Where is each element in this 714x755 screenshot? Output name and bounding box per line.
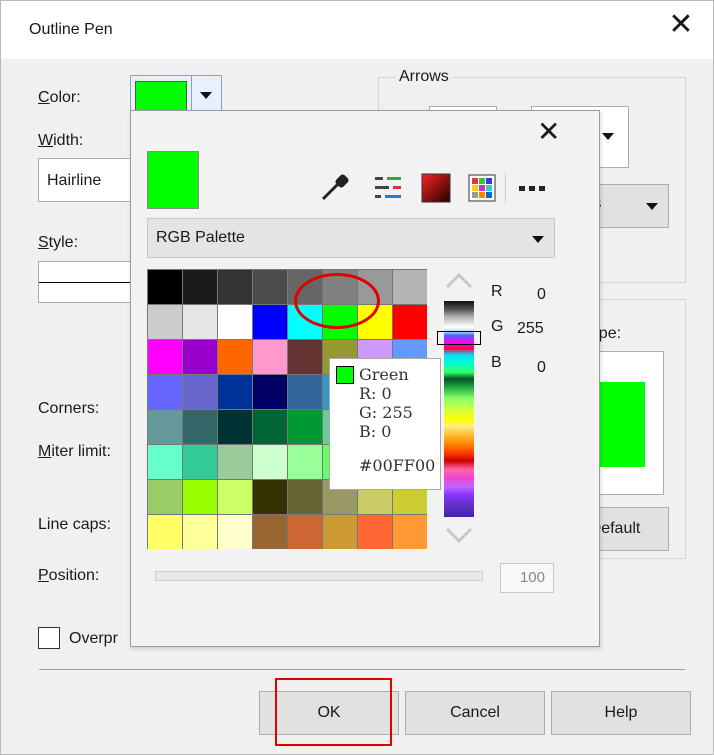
color-swatch[interactable] xyxy=(288,445,322,479)
b-value: 0 xyxy=(537,359,546,376)
tooltip-b: B: 0 xyxy=(359,422,392,441)
eyedropper-icon[interactable] xyxy=(317,171,351,205)
color-swatch[interactable] xyxy=(183,340,217,374)
color-swatch[interactable] xyxy=(218,480,252,514)
tooltip-swatch xyxy=(336,366,354,384)
current-color-swatch xyxy=(135,81,187,111)
width-label: Width: xyxy=(38,132,84,149)
color-swatch[interactable] xyxy=(288,340,322,374)
color-swatch[interactable] xyxy=(393,515,427,549)
tooltip-g: G: 255 xyxy=(359,403,413,422)
divider xyxy=(39,669,685,670)
color-swatch[interactable] xyxy=(253,480,287,514)
arrows-label: Arrows xyxy=(395,68,453,86)
color-swatch[interactable] xyxy=(253,515,287,549)
color-swatch[interactable] xyxy=(218,270,252,304)
scroll-down-icon[interactable] xyxy=(445,525,473,545)
color-swatch[interactable] xyxy=(288,480,322,514)
color-swatch[interactable] xyxy=(288,410,322,444)
chevron-down-icon xyxy=(200,92,212,99)
color-swatch[interactable] xyxy=(218,375,252,409)
g-value: 255 xyxy=(517,320,544,337)
palette-icon[interactable] xyxy=(465,171,499,205)
selection-highlight-annotation xyxy=(294,273,380,329)
color-swatch[interactable] xyxy=(393,270,427,304)
color-swatch[interactable] xyxy=(148,480,182,514)
color-swatch[interactable] xyxy=(183,410,217,444)
style-label: Style: xyxy=(38,234,79,251)
dialog-title: Outline Pen xyxy=(29,21,113,38)
color-swatch[interactable] xyxy=(393,305,427,339)
close-icon[interactable]: ✕ xyxy=(667,10,695,40)
chevron-down-icon xyxy=(602,133,614,140)
color-swatch[interactable] xyxy=(253,375,287,409)
ok-highlight-annotation xyxy=(275,678,392,746)
tooltip-color-name: Green xyxy=(359,365,409,384)
color-swatch[interactable] xyxy=(218,445,252,479)
scroll-up-icon[interactable] xyxy=(445,271,473,291)
color-swatch[interactable] xyxy=(183,515,217,549)
color-swatch[interactable] xyxy=(183,305,217,339)
r-label: R xyxy=(491,283,503,300)
tooltip-r: R: 0 xyxy=(359,384,392,403)
style-dropdown[interactable] xyxy=(38,261,139,303)
spectrum-position-marker[interactable] xyxy=(437,331,481,345)
tooltip-hex: #00FF00 xyxy=(359,456,436,475)
color-swatch[interactable] xyxy=(148,305,182,339)
color-swatch[interactable] xyxy=(183,445,217,479)
cancel-button[interactable]: Cancel xyxy=(405,691,545,735)
color-swatch[interactable] xyxy=(148,375,182,409)
color-swatch[interactable] xyxy=(288,375,322,409)
color-swatch[interactable] xyxy=(323,515,357,549)
color-swatch[interactable] xyxy=(218,305,252,339)
color-swatch[interactable] xyxy=(253,305,287,339)
color-swatch[interactable] xyxy=(218,410,252,444)
color-swatch[interactable] xyxy=(253,410,287,444)
miter-limit-label: Miter limit: xyxy=(38,443,111,460)
color-viewer-icon[interactable] xyxy=(419,171,453,205)
overprint-label: Overpr xyxy=(69,630,118,647)
r-value: 0 xyxy=(537,286,546,303)
color-swatch[interactable] xyxy=(183,375,217,409)
selected-color-swatch xyxy=(147,151,199,209)
color-swatch[interactable] xyxy=(288,515,322,549)
color-swatch[interactable] xyxy=(183,480,217,514)
title-bar: Outline Pen ✕ xyxy=(1,1,713,59)
line-style-preview xyxy=(39,282,139,283)
line-caps-label: Line caps: xyxy=(38,516,111,533)
color-swatch[interactable] xyxy=(253,445,287,479)
color-swatch[interactable] xyxy=(148,340,182,374)
palette-dropdown[interactable]: RGB Palette xyxy=(147,218,555,258)
color-swatch[interactable] xyxy=(218,340,252,374)
color-sliders-icon[interactable] xyxy=(371,171,405,205)
corners-label: Corners: xyxy=(38,400,100,417)
overprint-checkbox[interactable] xyxy=(38,627,60,649)
chevron-down-icon xyxy=(646,203,658,210)
chevron-down-icon xyxy=(532,236,544,243)
position-label: Position: xyxy=(38,567,100,584)
more-options-icon[interactable] xyxy=(515,171,549,205)
color-label: Color: xyxy=(38,89,81,106)
width-value: Hairline xyxy=(47,172,102,189)
color-swatch[interactable] xyxy=(148,410,182,444)
color-swatch[interactable] xyxy=(253,340,287,374)
help-button[interactable]: Help xyxy=(551,691,691,735)
palette-name: RGB Palette xyxy=(156,229,245,246)
b-label: B xyxy=(491,354,502,371)
color-swatch[interactable] xyxy=(148,445,182,479)
color-swatch[interactable] xyxy=(358,515,392,549)
color-tooltip: Green R: 0 G: 255 B: 0 #00FF00 xyxy=(329,358,441,490)
width-field[interactable]: Hairline xyxy=(38,158,138,202)
color-swatch[interactable] xyxy=(253,270,287,304)
color-swatch[interactable] xyxy=(218,515,252,549)
g-label: G xyxy=(491,318,504,335)
color-swatch[interactable] xyxy=(148,270,182,304)
opacity-value-field[interactable]: 100 xyxy=(500,563,554,593)
color-picker-popup: ✕ RGB Palette R 0 G 255 B 0 Green R: 0 G… xyxy=(130,110,600,647)
color-swatch[interactable] xyxy=(183,270,217,304)
color-swatch[interactable] xyxy=(148,515,182,549)
close-icon[interactable]: ✕ xyxy=(537,118,560,146)
opacity-slider[interactable] xyxy=(155,571,483,581)
